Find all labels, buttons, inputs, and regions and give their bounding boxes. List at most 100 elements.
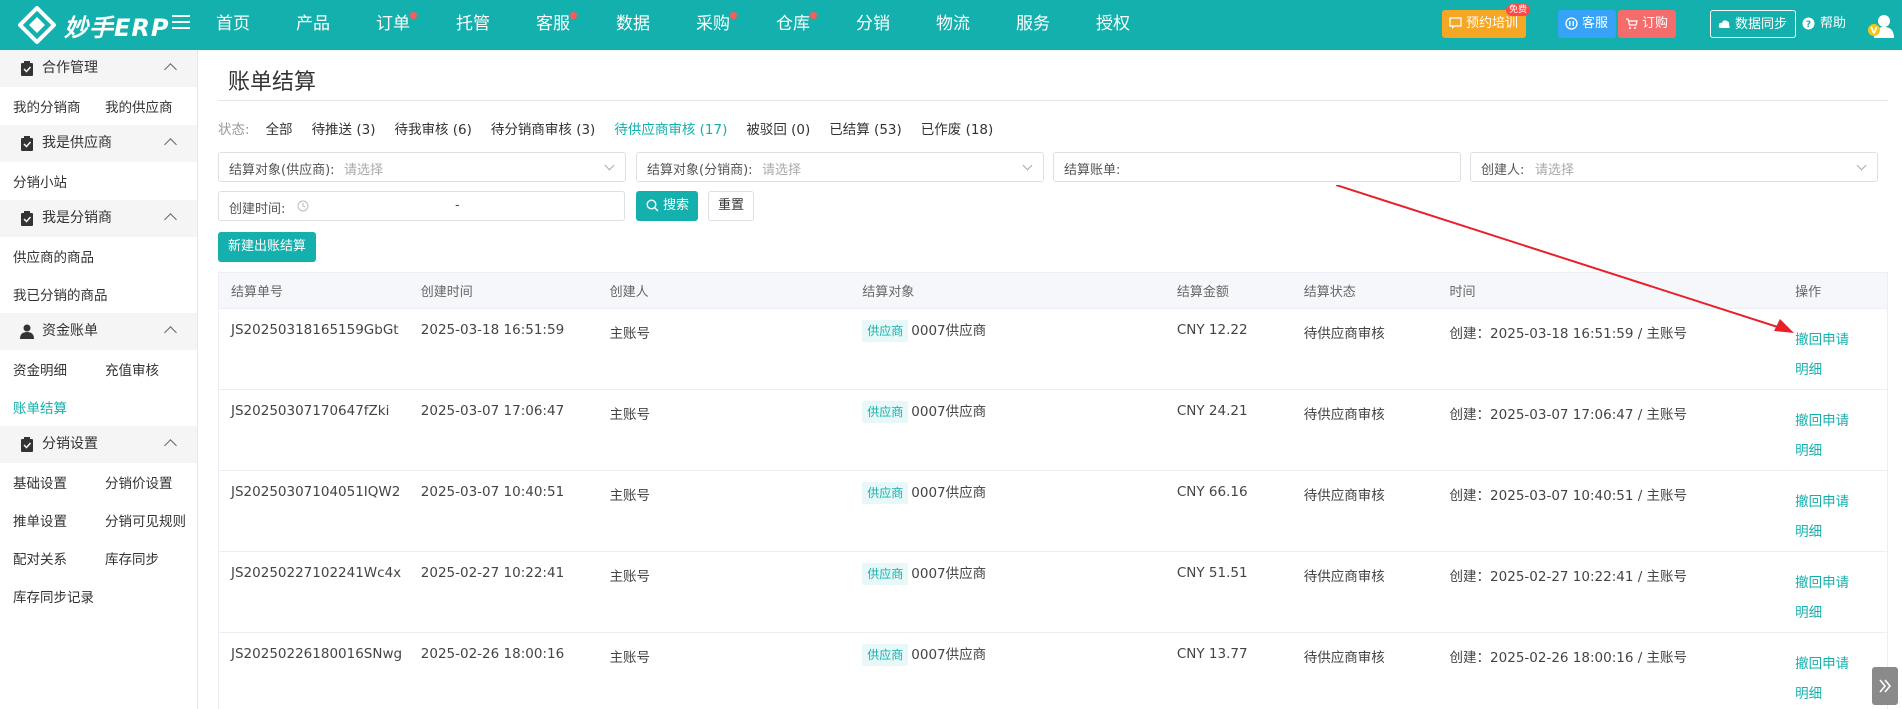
logo[interactable]: 妙手ERP: [18, 6, 169, 44]
sidebar-item[interactable]: 供应商的商品: [13, 246, 105, 266]
sidebar-item[interactable]: 基础设置: [13, 472, 105, 492]
service-button[interactable]: 客服: [1557, 10, 1616, 38]
status-tab[interactable]: 全部: [266, 118, 293, 138]
training-button[interactable]: 预约培训 免费: [1441, 4, 1530, 38]
nav-item-label: 仓库: [776, 14, 810, 34]
collapse-panel-button[interactable]: [1872, 667, 1898, 705]
clock-icon: [297, 200, 309, 212]
time-info: 创建：2025-03-18 16:51:59 / 主账号: [1449, 326, 1688, 342]
detail-link[interactable]: 明细: [1795, 436, 1887, 466]
clipboard-icon: [21, 437, 33, 452]
nav-item[interactable]: 数据: [616, 0, 650, 50]
detail-link[interactable]: 明细: [1795, 355, 1887, 385]
sidebar-group-header[interactable]: 合作管理: [0, 50, 197, 87]
withdraw-link[interactable]: 撤回申请: [1795, 325, 1887, 355]
status-tab[interactable]: 待分销商审核 (3): [491, 118, 595, 138]
sidebar-item[interactable]: 分销小站: [13, 171, 105, 191]
status-filter-bar: 状态: 全部 待推送 (3) 待我审核 (6) 待分销商审核 (3) 待供应商审核 (1…: [218, 117, 1012, 139]
nav-item[interactable]: 物流: [936, 0, 970, 50]
reset-button[interactable]: 重置: [708, 191, 754, 221]
operations: 撤回申请 明细: [1783, 309, 1887, 389]
help-button[interactable]: ? 帮助: [1800, 10, 1854, 38]
sidebar-item[interactable]: 库存同步: [105, 548, 197, 568]
sidebar-item[interactable]: 配对关系: [13, 548, 105, 568]
status-tab[interactable]: 被驳回 (0): [746, 118, 810, 138]
time-info: 创建：2025-02-27 10:22:41 / 主账号: [1449, 569, 1688, 585]
created-time-range[interactable]: 创建时间: -: [218, 191, 625, 221]
nav-item[interactable]: 授权: [1096, 0, 1130, 50]
sidebar-item[interactable]: 分销可见规则: [105, 510, 197, 530]
sidebar-group-header[interactable]: 资金账单: [0, 313, 197, 350]
sidebar-item[interactable]: 库存同步记录: [13, 586, 105, 606]
withdraw-link[interactable]: 撤回申请: [1795, 487, 1887, 517]
sidebar-row: 资金明细 充值审核: [13, 350, 197, 388]
data-sync-button[interactable]: 数据同步: [1709, 10, 1796, 38]
amount: CNY 13.77: [1176, 646, 1248, 662]
sidebar-row: 配对关系 库存同步: [13, 539, 197, 577]
status-tab[interactable]: 已作废 (18): [921, 118, 994, 138]
withdraw-link[interactable]: 撤回申请: [1795, 406, 1887, 436]
sidebar-item[interactable]: 账单结算: [13, 397, 105, 417]
nav-item[interactable]: 采购: [696, 0, 737, 50]
user-avatar-icon[interactable]: V: [1868, 14, 1894, 38]
status-tab[interactable]: 待推送 (3): [312, 118, 376, 138]
order-button[interactable]: 订购: [1617, 10, 1676, 38]
status-label: 状态:: [218, 122, 250, 138]
supplier-select[interactable]: 结算对象(供应商): 请选择: [218, 152, 626, 182]
nav-item-label: 服务: [1016, 14, 1050, 34]
sidebar-item[interactable]: 我已分销的商品: [13, 284, 108, 304]
status-tab[interactable]: 待我审核 (6): [394, 118, 471, 138]
table-row: JS20250318165159GbGt 2025-03-18 16:51:59 主…: [219, 309, 1887, 390]
chevron-down-icon: [1022, 160, 1033, 171]
sidebar-group-header[interactable]: 我是分销商: [0, 200, 197, 237]
main-content: 账单结算 状态: 全部 待推送 (3) 待我审核 (6) 待分销商审核 (3) 待供应商…: [218, 50, 1888, 709]
nav-item-label: 采购: [696, 14, 730, 34]
chevron-up-icon: [164, 439, 177, 452]
sidebar-group-header[interactable]: 分销设置: [0, 426, 197, 463]
sidebar-row: 基础设置 分销价设置: [13, 463, 197, 501]
nav-item[interactable]: 客服: [536, 0, 577, 50]
bill-input[interactable]: 结算账单:: [1053, 152, 1461, 182]
notification-dot: [570, 12, 577, 19]
clipboard-icon: [21, 211, 33, 226]
search-button[interactable]: 搜索: [636, 191, 698, 221]
sidebar-item[interactable]: 资金明细: [13, 359, 105, 379]
nav-item-label: 客服: [536, 14, 570, 34]
nav-item[interactable]: 首页: [216, 0, 250, 50]
time-info: 创建：2025-03-07 17:06:47 / 主账号: [1449, 407, 1688, 423]
sidebar-group-header[interactable]: 我是供应商: [0, 125, 197, 162]
nav-item[interactable]: 仓库: [776, 0, 817, 50]
new-settlement-button[interactable]: 新建出账结算: [218, 232, 316, 262]
nav-item[interactable]: 产品: [296, 0, 330, 50]
column-header: 结算单号: [231, 285, 284, 300]
sidebar-item[interactable]: 我的分销商: [13, 96, 105, 116]
nav-item[interactable]: 服务: [1016, 0, 1050, 50]
user-icon: [20, 324, 34, 339]
sidebar-item[interactable]: 分销价设置: [105, 472, 197, 492]
status-tab[interactable]: 待供应商审核 (17): [614, 118, 727, 138]
nav-item-label: 产品: [296, 14, 330, 34]
menu-toggle-icon[interactable]: [172, 15, 190, 33]
supplier-tag: 供应商: [862, 401, 909, 423]
column-header: 结算金额: [1176, 285, 1229, 300]
table-row: JS20250226180016SNwg 2025-02-26 18:00:16 主…: [219, 633, 1887, 709]
creator-select[interactable]: 创建人: 请选择: [1470, 152, 1878, 182]
nav-item[interactable]: 分销: [856, 0, 890, 50]
creator: 主账号: [609, 326, 651, 342]
status-tab[interactable]: 已结算 (53): [829, 118, 902, 138]
withdraw-link[interactable]: 撤回申请: [1795, 568, 1887, 598]
created-time: 2025-02-26 18:00:16: [420, 646, 565, 662]
creator: 主账号: [609, 650, 651, 666]
search-label: 搜索: [663, 198, 690, 213]
nav-item[interactable]: 托管: [456, 0, 490, 50]
notification-dot: [410, 12, 417, 19]
sidebar-item[interactable]: 我的供应商: [105, 96, 197, 116]
detail-link[interactable]: 明细: [1795, 517, 1887, 547]
nav-item[interactable]: 订单: [376, 0, 417, 50]
detail-link[interactable]: 明细: [1795, 598, 1887, 628]
sidebar-item[interactable]: 推单设置: [13, 510, 105, 530]
nav-item-label: 物流: [936, 14, 970, 34]
sidebar-item[interactable]: 充值审核: [105, 359, 197, 379]
distributor-select[interactable]: 结算对象(分销商): 请选择: [636, 152, 1044, 182]
settlement-number: JS20250318165159GbGt: [231, 322, 399, 338]
